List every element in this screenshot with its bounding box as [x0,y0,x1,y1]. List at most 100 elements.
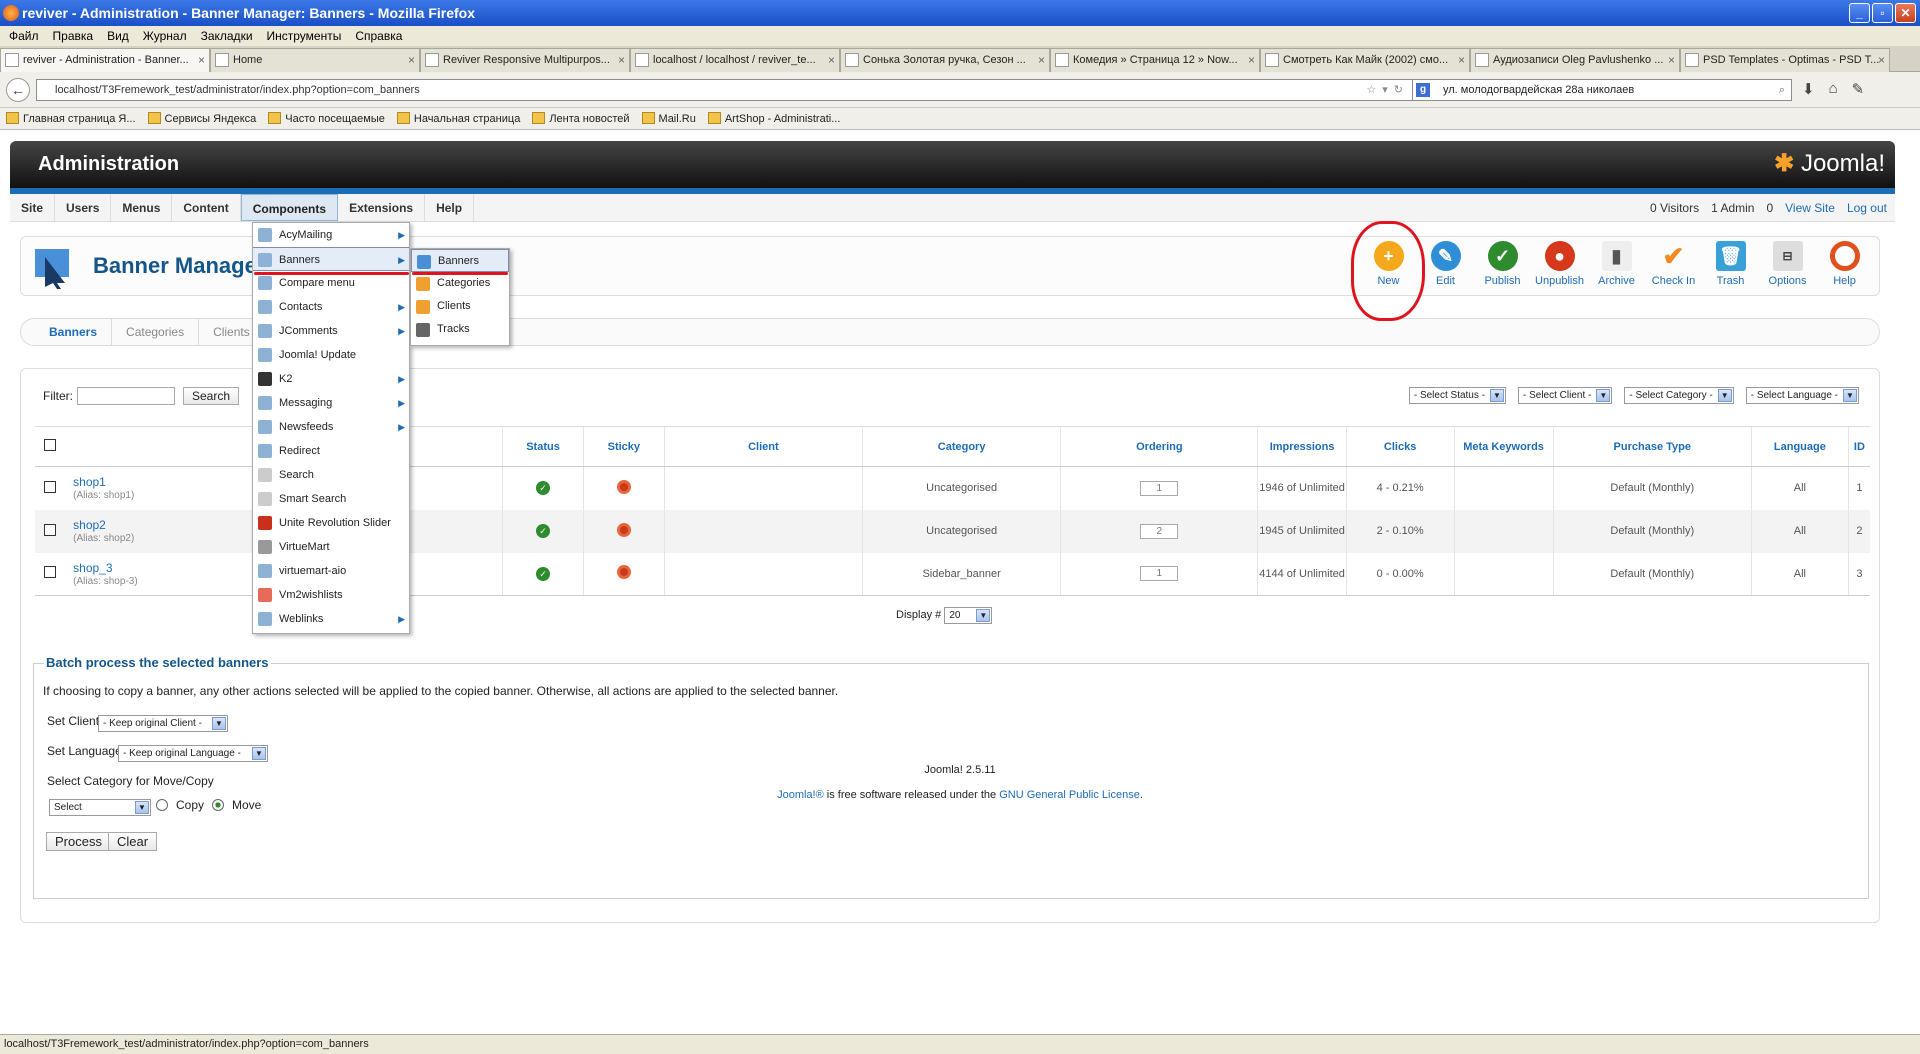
menu-history[interactable]: Журнал [136,26,194,46]
sticky-off-icon[interactable] [616,565,631,580]
menu-file[interactable]: Файл [2,26,46,46]
browser-tab[interactable]: localhost / localhost / reviver_te... × [630,48,840,72]
menu-edit[interactable]: Правка [46,26,101,46]
batch-client-select[interactable]: - Keep original Client - ▼ [98,715,228,732]
clear-button[interactable]: Clear [108,832,158,851]
clicks-header[interactable]: Clicks [1345,426,1455,467]
messages-status[interactable]: 0 [1766,194,1773,222]
browser-tab[interactable]: reviver - Administration - Banner... × [0,48,210,72]
published-check-icon[interactable]: ✓ [536,524,551,538]
ordering-input[interactable]: 2 [1140,523,1179,539]
back-arrow-icon[interactable]: ← [6,78,30,102]
maximize-button[interactable]: ▫ [1872,3,1893,23]
tab-categories[interactable]: Categories [112,319,200,345]
menu-item-jcomments[interactable]: JComments ▶ [253,319,409,343]
publish-button[interactable]: ✓ Publish [1474,239,1531,287]
menu-item-joomla-update[interactable]: Joomla! Update [253,343,409,367]
language-header[interactable]: Language [1750,426,1849,467]
download-icon[interactable]: ⬇ [1802,80,1815,98]
tab-close-icon[interactable]: × [1038,49,1045,71]
menu-extensions[interactable]: Extensions [338,194,426,221]
menu-menus[interactable]: Menus [111,194,173,221]
url-star-icon[interactable]: ☆▾↻ [1366,80,1409,100]
menu-item-smart-search[interactable]: Smart Search [253,487,409,511]
tab-banners[interactable]: Banners [35,319,113,345]
options-button[interactable]: ⊟ Options [1759,239,1816,287]
ordering-input[interactable]: 1 [1140,480,1179,496]
search-input[interactable]: g ул. молодогвардейская 28а николаев ⌕ [1412,79,1792,101]
menu-help[interactable]: Help [425,194,475,221]
joomla-link[interactable]: Joomla!® [777,789,824,801]
tab-close-icon[interactable]: × [1458,49,1465,71]
tab-close-icon[interactable]: × [1878,49,1885,71]
trash-button[interactable]: 🗑 Trash [1702,239,1759,287]
sticky-off-icon[interactable] [616,522,631,537]
menu-bookmarks[interactable]: Закладки [194,26,260,46]
menu-item-revolution-slider[interactable]: Unite Revolution Slider [253,511,409,535]
tab-close-icon[interactable]: × [408,49,415,71]
browser-tab[interactable]: Смотреть Как Майк (2002) смо... × [1260,48,1470,72]
tools-icon[interactable]: ✎ [1852,80,1865,98]
menu-item-weblinks[interactable]: Weblinks ▶ [253,607,409,631]
browser-tab[interactable]: Reviver Responsive Multipurpos... × [420,48,630,72]
purchase-type-header[interactable]: Purchase Type [1552,426,1752,467]
view-site-link[interactable]: View Site [1785,194,1835,222]
tab-close-icon[interactable]: × [1248,49,1255,71]
search-icon[interactable]: ⌕ [1779,80,1785,100]
edit-button[interactable]: ✎ Edit [1417,239,1474,287]
category-header[interactable]: Category [861,426,1061,467]
language-select[interactable]: - Select Language - ▼ [1745,387,1859,404]
menu-item-contacts[interactable]: Contacts ▶ [253,295,409,319]
search-button[interactable]: Search [183,387,240,405]
client-header[interactable]: Client [663,426,863,467]
browser-tab[interactable]: Сонька Золотая ручка, Сезон ... × [840,48,1050,72]
gpl-link[interactable]: GNU General Public License [999,789,1140,801]
ordering-input[interactable]: 1 [1140,566,1179,582]
batch-category-select[interactable]: Select ▼ [49,799,151,816]
published-check-icon[interactable]: ✓ [536,566,551,581]
home-icon[interactable]: ⌂ [1829,80,1838,98]
menu-item-messaging[interactable]: Messaging ▶ [253,391,409,415]
help-button[interactable]: Help [1816,239,1873,287]
bookmark-item[interactable]: Лента новостей [532,108,630,129]
select-all-checkbox[interactable] [44,439,57,451]
sticky-header[interactable]: Sticky [582,426,665,467]
unpublish-button[interactable]: ● Unpublish [1531,239,1588,287]
tab-close-icon[interactable]: × [828,49,835,71]
menu-item-virtuemart-aio[interactable]: virtuemart-aio [253,559,409,583]
browser-tab[interactable]: PSD Templates - Optimas - PSD T... × [1680,48,1890,72]
check-in-button[interactable]: ✔ Check In [1645,239,1702,288]
browser-tab[interactable]: Аудиозаписи Oleg Pavlushenko ... × [1470,48,1680,72]
archive-button[interactable]: ▮ Archive [1588,239,1645,287]
ordering-header[interactable]: Ordering [1060,426,1258,467]
bookmark-item[interactable]: Часто посещаемые [268,108,385,129]
row-checkbox[interactable] [44,480,57,493]
menu-site[interactable]: Site [10,194,56,221]
submenu-item-banners[interactable]: Banners [411,249,509,272]
process-button[interactable]: Process [46,832,111,851]
menu-item-vm2wishlists[interactable]: Vm2wishlists [253,583,409,607]
menu-tools[interactable]: Инструменты [260,26,349,46]
url-input[interactable]: localhost/T3Fremework_test/administrator… [36,79,1416,101]
sticky-off-icon[interactable] [616,479,631,494]
menu-item-newsfeeds[interactable]: Newsfeeds ▶ [253,415,409,439]
menu-item-virtuemart[interactable]: VirtueMart [253,535,409,559]
menu-item-redirect[interactable]: Redirect [253,439,409,463]
published-check-icon[interactable]: ✓ [536,481,551,496]
client-select[interactable]: - Select Client - ▼ [1517,387,1613,404]
id-header[interactable]: ID [1847,426,1870,467]
bookmark-item[interactable]: Mail.Ru [641,108,696,129]
submenu-item-categories[interactable]: Categories [411,272,509,295]
submenu-item-tracks[interactable]: Tracks [411,318,509,341]
row-checkbox[interactable] [44,566,57,579]
menu-users[interactable]: Users [55,194,112,221]
bookmark-item[interactable]: Главная страница Я... [6,108,136,129]
logout-link[interactable]: Log out [1847,194,1887,222]
menu-view[interactable]: Вид [100,26,136,46]
tab-close-icon[interactable]: × [1668,49,1675,71]
filter-input[interactable] [77,387,175,405]
menu-item-search[interactable]: Search [253,463,409,487]
row-checkbox[interactable] [44,523,57,536]
category-select[interactable]: - Select Category - ▼ [1624,387,1734,404]
menu-item-k2[interactable]: K2 ▶ [253,367,409,391]
